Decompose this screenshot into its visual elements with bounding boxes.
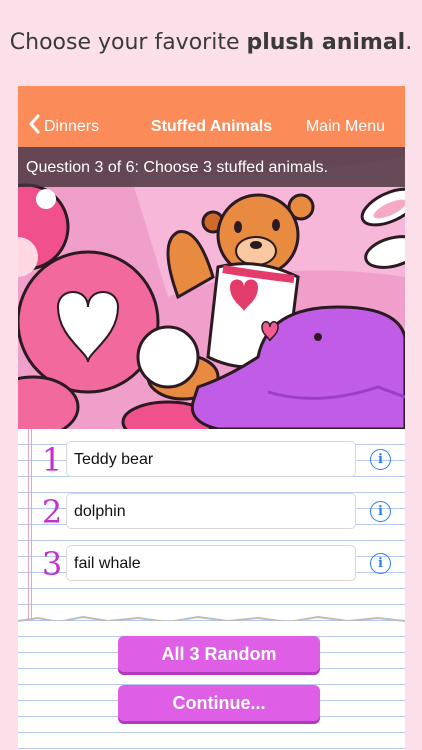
caption-suffix: .: [405, 30, 413, 55]
info-icon[interactable]: i: [370, 449, 391, 470]
all-random-button[interactable]: All 3 Random: [118, 636, 320, 672]
chevron-left-icon: [28, 114, 40, 139]
caption-bold: plush animal: [246, 30, 406, 55]
info-icon[interactable]: i: [370, 501, 391, 522]
stuffed-animals-illustration: [18, 147, 405, 429]
answer-number: 3: [41, 545, 63, 583]
answer-area: 1 Teddy bear i 2 dolphin i 3 fail whale …: [18, 429, 405, 750]
answer-row: 3 fail whale i: [36, 545, 405, 583]
nav-bar: Dinners Stuffed Animals Main Menu: [18, 86, 405, 147]
answer-field[interactable]: fail whale: [66, 545, 356, 581]
back-label: Dinners: [44, 117, 100, 135]
answer-number: 1: [41, 441, 63, 479]
answer-field[interactable]: Teddy bear: [66, 441, 356, 477]
main-menu-button[interactable]: Main Menu: [306, 118, 385, 136]
answer-field[interactable]: dolphin: [66, 493, 356, 529]
answer-number: 2: [41, 493, 63, 531]
info-icon[interactable]: i: [370, 553, 391, 574]
promo-caption: Choose your favorite plush animal.: [0, 30, 422, 55]
app-screen: Dinners Stuffed Animals Main Menu Questi…: [18, 86, 405, 750]
back-button[interactable]: Dinners: [28, 114, 99, 139]
caption-prefix: Choose your favorite: [9, 30, 247, 55]
continue-button[interactable]: Continue...: [118, 685, 320, 721]
lower-paper: All 3 Random Continue...: [26, 621, 396, 750]
answer-row: 2 dolphin i: [36, 493, 405, 531]
answer-row: 1 Teddy bear i: [36, 441, 405, 479]
question-banner: Question 3 of 6: Choose 3 stuffed animal…: [18, 147, 405, 187]
